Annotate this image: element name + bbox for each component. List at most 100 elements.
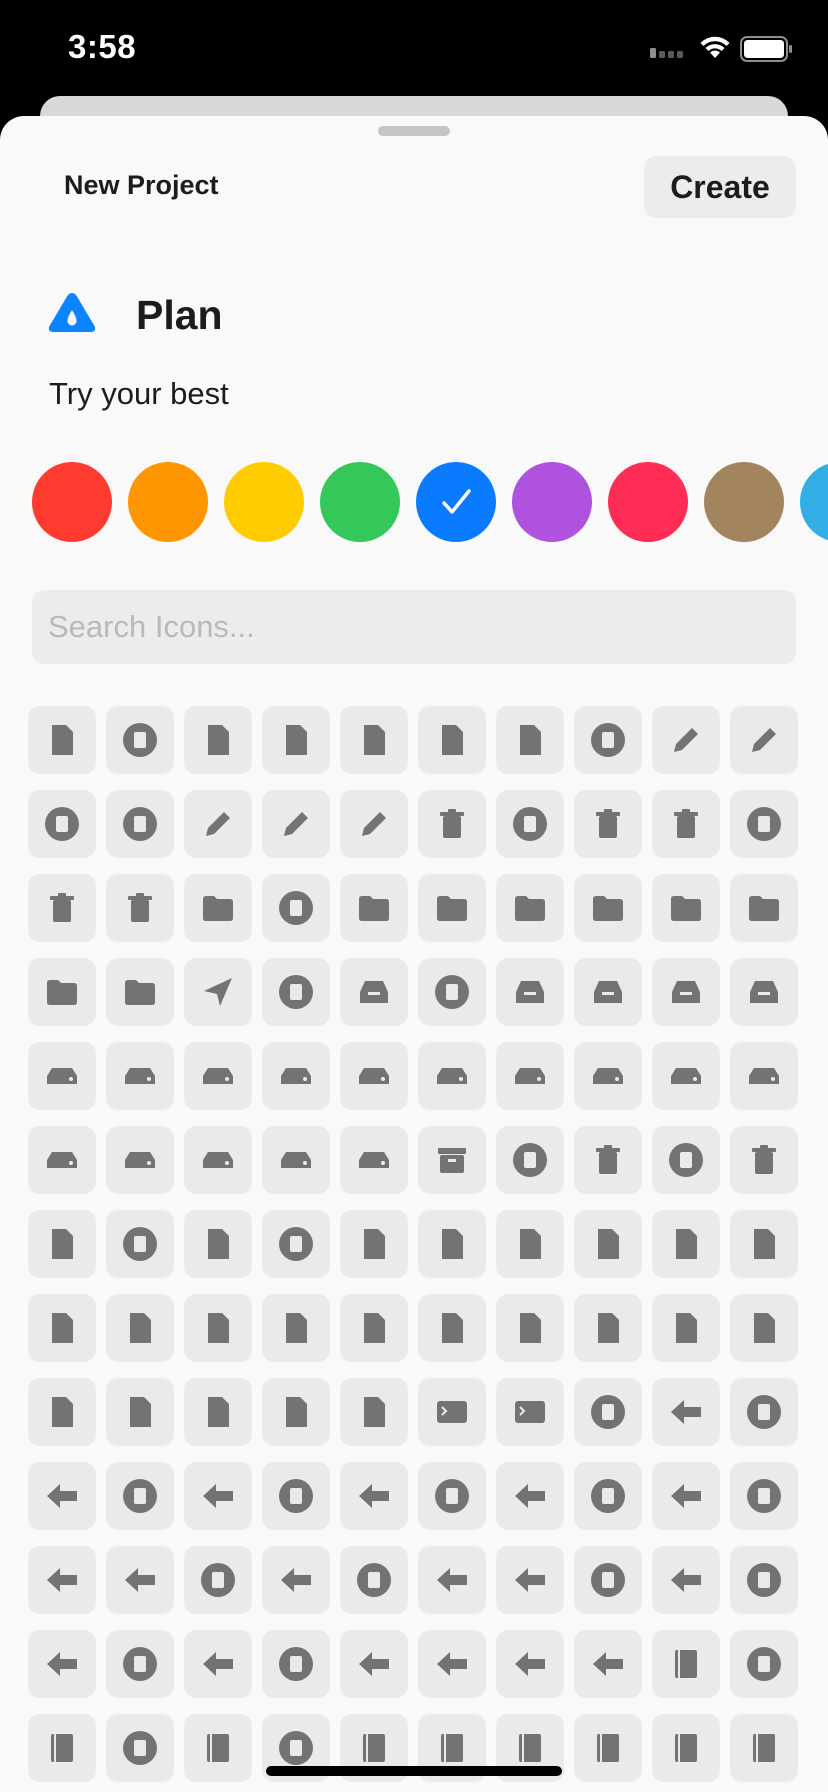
icon-option[interactable] bbox=[574, 958, 642, 1026]
icon-option[interactable] bbox=[262, 958, 330, 1026]
color-swatch[interactable] bbox=[32, 462, 112, 542]
icon-option[interactable] bbox=[418, 1630, 486, 1698]
icon-option[interactable] bbox=[184, 874, 252, 942]
icon-option[interactable] bbox=[340, 1630, 408, 1698]
icon-option[interactable] bbox=[496, 790, 564, 858]
icon-option[interactable] bbox=[496, 1210, 564, 1278]
icon-option[interactable] bbox=[340, 1210, 408, 1278]
icon-option[interactable] bbox=[106, 790, 174, 858]
icon-option[interactable] bbox=[418, 1126, 486, 1194]
icon-option[interactable] bbox=[574, 1210, 642, 1278]
icon-option[interactable] bbox=[262, 1042, 330, 1110]
icon-option[interactable] bbox=[262, 1294, 330, 1362]
icon-option[interactable] bbox=[574, 790, 642, 858]
icon-option[interactable] bbox=[652, 1042, 720, 1110]
icon-option[interactable] bbox=[262, 874, 330, 942]
color-swatch[interactable] bbox=[704, 462, 784, 542]
icon-option[interactable] bbox=[652, 958, 720, 1026]
icon-option[interactable] bbox=[340, 1042, 408, 1110]
icon-option[interactable] bbox=[652, 1294, 720, 1362]
icon-option[interactable] bbox=[730, 1378, 798, 1446]
icon-option[interactable] bbox=[730, 1630, 798, 1698]
icon-option[interactable] bbox=[340, 706, 408, 774]
color-swatch[interactable] bbox=[608, 462, 688, 542]
color-swatch[interactable] bbox=[800, 462, 828, 542]
icon-option[interactable] bbox=[730, 1210, 798, 1278]
color-swatch[interactable] bbox=[224, 462, 304, 542]
icon-option[interactable] bbox=[652, 1378, 720, 1446]
sheet-grabber[interactable] bbox=[378, 126, 450, 136]
icon-option[interactable] bbox=[496, 706, 564, 774]
icon-option[interactable] bbox=[340, 958, 408, 1026]
icon-option[interactable] bbox=[262, 1126, 330, 1194]
icon-option[interactable] bbox=[184, 1630, 252, 1698]
color-swatch[interactable] bbox=[320, 462, 400, 542]
icon-option[interactable] bbox=[496, 958, 564, 1026]
icon-option[interactable] bbox=[106, 958, 174, 1026]
icon-option[interactable] bbox=[652, 1462, 720, 1530]
icon-option[interactable] bbox=[184, 706, 252, 774]
icon-option[interactable] bbox=[28, 874, 96, 942]
icon-option[interactable] bbox=[184, 1378, 252, 1446]
project-description[interactable]: Try your best bbox=[49, 376, 229, 412]
icon-option[interactable] bbox=[652, 1714, 720, 1782]
icon-option[interactable] bbox=[184, 790, 252, 858]
icon-option[interactable] bbox=[730, 1546, 798, 1614]
icon-option[interactable] bbox=[574, 1378, 642, 1446]
icon-option[interactable] bbox=[418, 1462, 486, 1530]
icon-option[interactable] bbox=[184, 1210, 252, 1278]
color-swatch[interactable] bbox=[512, 462, 592, 542]
icon-option[interactable] bbox=[496, 1630, 564, 1698]
icon-option[interactable] bbox=[28, 706, 96, 774]
icon-option[interactable] bbox=[28, 958, 96, 1026]
icon-option[interactable] bbox=[652, 1210, 720, 1278]
icon-option[interactable] bbox=[496, 1042, 564, 1110]
icon-option[interactable] bbox=[340, 790, 408, 858]
icon-option[interactable] bbox=[574, 1294, 642, 1362]
icon-option[interactable] bbox=[340, 874, 408, 942]
icon-option[interactable] bbox=[184, 1042, 252, 1110]
icon-option[interactable] bbox=[106, 1210, 174, 1278]
icon-option[interactable] bbox=[340, 1294, 408, 1362]
icon-option[interactable] bbox=[106, 874, 174, 942]
icon-option[interactable] bbox=[730, 1714, 798, 1782]
icon-option[interactable] bbox=[418, 1210, 486, 1278]
icon-option[interactable] bbox=[652, 1126, 720, 1194]
icon-option[interactable] bbox=[418, 1294, 486, 1362]
icon-option[interactable] bbox=[496, 1378, 564, 1446]
icon-option[interactable] bbox=[574, 1462, 642, 1530]
create-button[interactable]: Create bbox=[644, 156, 796, 218]
icon-option[interactable] bbox=[418, 1546, 486, 1614]
icon-option[interactable] bbox=[184, 958, 252, 1026]
project-name[interactable]: Plan bbox=[136, 292, 223, 339]
icon-option[interactable] bbox=[652, 1546, 720, 1614]
icon-option[interactable] bbox=[184, 1294, 252, 1362]
icon-option[interactable] bbox=[106, 1546, 174, 1614]
icon-option[interactable] bbox=[106, 1630, 174, 1698]
icon-option[interactable] bbox=[28, 790, 96, 858]
icon-option[interactable] bbox=[262, 1630, 330, 1698]
icon-option[interactable] bbox=[730, 874, 798, 942]
icon-option[interactable] bbox=[28, 1630, 96, 1698]
icon-option[interactable] bbox=[574, 1546, 642, 1614]
icon-option[interactable] bbox=[340, 1126, 408, 1194]
icon-option[interactable] bbox=[574, 1630, 642, 1698]
icon-option[interactable] bbox=[184, 1462, 252, 1530]
icon-option[interactable] bbox=[184, 1126, 252, 1194]
icon-option[interactable] bbox=[418, 1042, 486, 1110]
icon-option[interactable] bbox=[652, 790, 720, 858]
drop-triangle-icon[interactable] bbox=[46, 290, 98, 336]
color-swatch[interactable] bbox=[128, 462, 208, 542]
icon-option[interactable] bbox=[184, 1714, 252, 1782]
search-icons-input[interactable] bbox=[32, 590, 796, 664]
icon-option[interactable] bbox=[106, 1714, 174, 1782]
icon-option[interactable] bbox=[28, 1210, 96, 1278]
icon-option[interactable] bbox=[106, 1042, 174, 1110]
icon-option[interactable] bbox=[730, 706, 798, 774]
icon-option[interactable] bbox=[418, 874, 486, 942]
icon-option[interactable] bbox=[730, 1042, 798, 1110]
icon-option[interactable] bbox=[262, 1546, 330, 1614]
icon-option[interactable] bbox=[106, 1378, 174, 1446]
icon-option[interactable] bbox=[262, 1378, 330, 1446]
icon-option[interactable] bbox=[262, 706, 330, 774]
